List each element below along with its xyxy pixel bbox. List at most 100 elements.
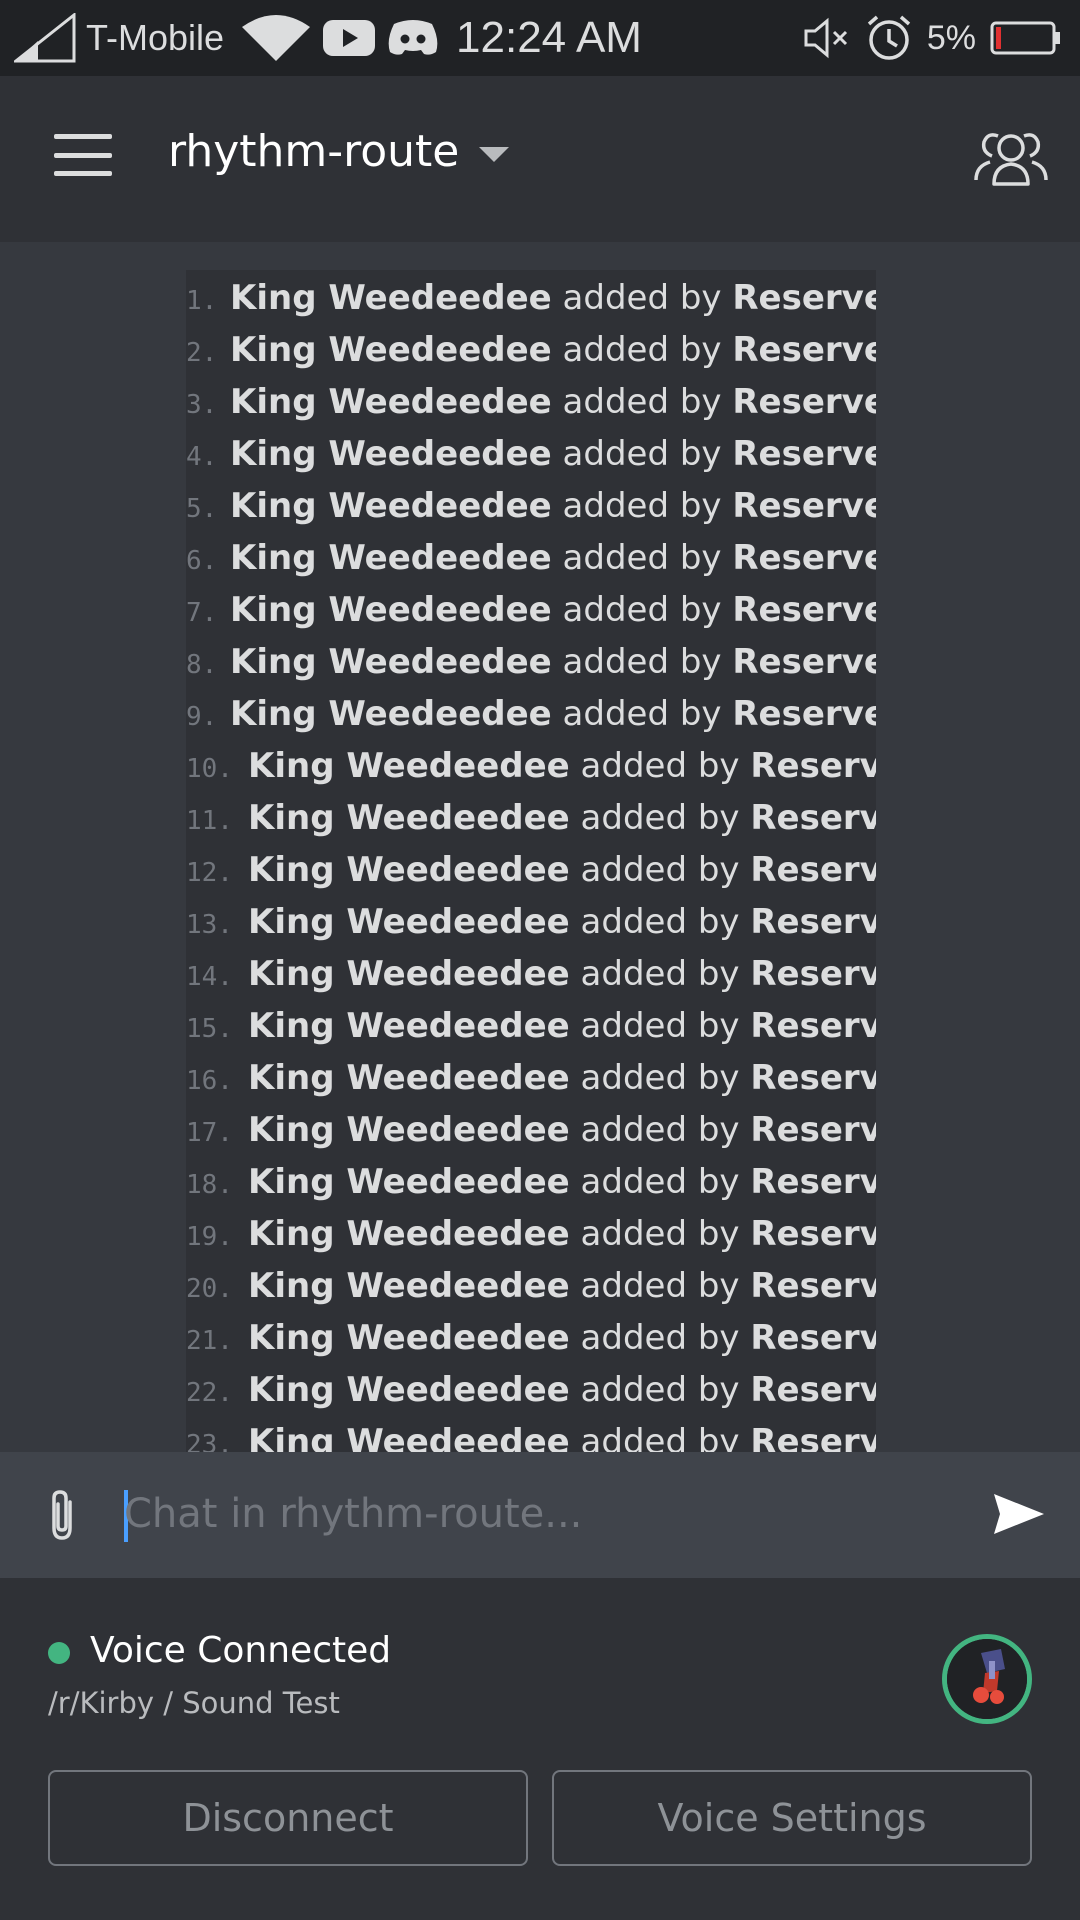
line-number: 14. [186, 962, 233, 992]
avatar[interactable] [942, 1634, 1032, 1724]
wifi-icon [240, 13, 312, 63]
track-name: King Weedeedee [248, 954, 570, 994]
added-by-user: Reserved [750, 1214, 876, 1254]
line-number: 3. [186, 390, 218, 420]
added-by-user: Reserved [750, 954, 876, 994]
track-name: King Weedeedee [230, 642, 552, 682]
added-by-user: Reserved [750, 1162, 876, 1202]
added-by-user: Reserved [732, 590, 876, 630]
line-number: 6. [186, 546, 218, 576]
added-by-text: added by [562, 382, 722, 422]
line-number: 16. [186, 1066, 233, 1096]
queue-line: 21. King Weedeedee added by Reserved [186, 1318, 876, 1370]
send-button[interactable] [992, 1490, 1046, 1538]
added-by-user: Reserved [732, 694, 876, 734]
attach-button[interactable] [42, 1488, 82, 1544]
battery-icon [990, 20, 1062, 56]
queue-codeblock: 1. King Weedeedee added by Reserved 2. King… [186, 270, 876, 1452]
voice-status: Voice Connected [90, 1630, 392, 1671]
added-by-text: added by [580, 902, 740, 942]
send-icon [994, 1494, 1044, 1534]
avatar-icon [947, 1639, 1027, 1719]
discord-icon [386, 18, 440, 58]
line-number: 11. [186, 806, 233, 836]
clock: 12:24 AM [456, 13, 642, 62]
chat-input[interactable] [124, 1474, 964, 1554]
queue-line: 15. King Weedeedee added by Reserved [186, 1006, 876, 1058]
members-button[interactable] [972, 126, 1050, 188]
added-by-user: Reserved [732, 434, 876, 474]
queue-line: 17. King Weedeedee added by Reserved [186, 1110, 876, 1162]
line-number: 21. [186, 1326, 233, 1356]
queue-line: 6. King Weedeedee added by Reserved [186, 538, 876, 590]
queue-line: 22. King Weedeedee added by Reserved [186, 1370, 876, 1422]
line-number: 12. [186, 858, 233, 888]
added-by-user: Reserved [732, 330, 876, 370]
queue-line: 8. King Weedeedee added by Reserved [186, 642, 876, 694]
status-bar: T-Mobile 12:24 AM 5% [0, 0, 1080, 76]
line-number: 10. [186, 754, 233, 784]
queue-line: 20. King Weedeedee added by Reserved [186, 1266, 876, 1318]
queue-line: 2. King Weedeedee added by Reserved [186, 330, 876, 382]
added-by-user: Reserved [732, 538, 876, 578]
track-name: King Weedeedee [248, 798, 570, 838]
line-number: 19. [186, 1222, 233, 1252]
added-by-user: Reserved [750, 798, 876, 838]
voice-settings-button[interactable]: Voice Settings [552, 1770, 1032, 1866]
track-name: King Weedeedee [248, 1370, 570, 1410]
track-name: King Weedeedee [248, 1162, 570, 1202]
queue-line: 14. King Weedeedee added by Reserved [186, 954, 876, 1006]
signal-icon [14, 13, 76, 63]
queue-line: 12. King Weedeedee added by Reserved [186, 850, 876, 902]
added-by-text: added by [580, 1006, 740, 1046]
queue-line: 5. King Weedeedee added by Reserved [186, 486, 876, 538]
added-by-text: added by [580, 1266, 740, 1306]
menu-button[interactable] [54, 134, 112, 176]
added-by-text: added by [580, 1110, 740, 1150]
carrier-name: T-Mobile [86, 17, 225, 58]
line-number: 1. [186, 286, 218, 316]
line-number: 15. [186, 1014, 233, 1044]
track-name: King Weedeedee [248, 1266, 570, 1306]
added-by-user: Reserved [750, 1058, 876, 1098]
voice-panel: Voice Connected /r/Kirby / Sound Test Di… [0, 1578, 1080, 1920]
attach-icon [52, 1490, 72, 1540]
disconnect-button[interactable]: Disconnect [48, 1770, 528, 1866]
members-icon [974, 133, 1048, 186]
added-by-user: Reserved [750, 1318, 876, 1358]
line-number: 5. [186, 494, 218, 524]
queue-line: 16. King Weedeedee added by Reserved [186, 1058, 876, 1110]
message-area[interactable]: 1. King Weedeedee added by Reserved 2. King… [0, 242, 1080, 1452]
added-by-text: added by [580, 1422, 740, 1452]
added-by-text: added by [580, 1318, 740, 1358]
track-name: King Weedeedee [248, 902, 570, 942]
queue-line: 10. King Weedeedee added by Reserved [186, 746, 876, 798]
track-name: King Weedeedee [248, 1006, 570, 1046]
added-by-text: added by [580, 1058, 740, 1098]
channel-name: rhythm-route [168, 126, 460, 177]
queue-line: 13. King Weedeedee added by Reserved [186, 902, 876, 954]
voice-connected-indicator [48, 1642, 70, 1664]
line-number: 2. [186, 338, 218, 368]
added-by-text: added by [562, 694, 722, 734]
channel-title[interactable]: rhythm-route [168, 126, 510, 177]
